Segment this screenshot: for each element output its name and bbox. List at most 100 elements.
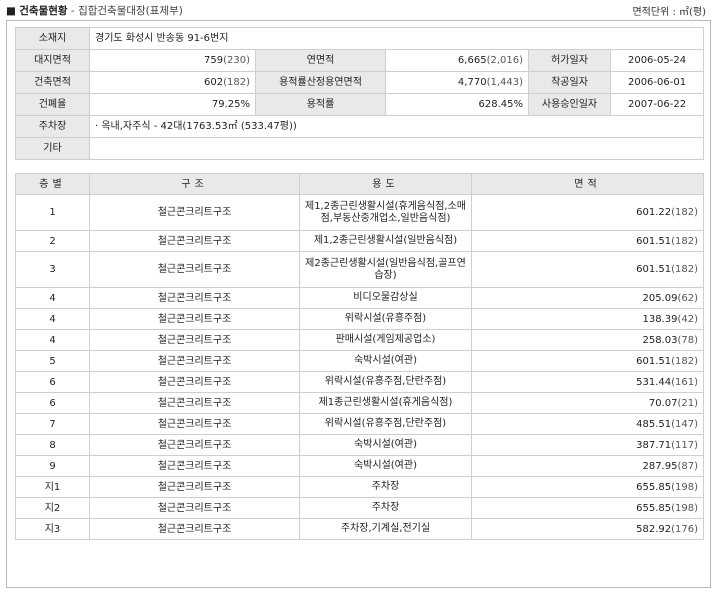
floor-row: 6 철근콘크리트구조 위락시설(유흥주점,단란주점) 531.44(161) bbox=[15, 371, 704, 393]
structure-cell: 철근콘크리트구조 bbox=[89, 476, 300, 498]
area-pyeong: (42) bbox=[677, 313, 698, 325]
total-floor-area-value: 6,665(2,016) bbox=[385, 49, 529, 72]
building-area-value: 602(182) bbox=[89, 71, 256, 94]
structure-cell: 철근콘크리트구조 bbox=[89, 455, 300, 477]
col-header-floor: 층별 bbox=[15, 173, 90, 195]
summary-row-area: 대지면적 759(230) 연면적 6,665(2,016) 허가일자 2006… bbox=[15, 49, 705, 72]
use-cell: 주차장,기계실,전기실 bbox=[299, 518, 472, 540]
page: ■ 건축물현황 - 집합건축물대장(표제부) 면적단위 : ㎡(평) 소재지 경… bbox=[0, 0, 720, 596]
summary-row-parking: 주차장 · 옥내,자주식 - 42대(1763.53㎡ (533.47평)) bbox=[15, 115, 705, 138]
floor-cell: 6 bbox=[15, 371, 90, 393]
use-cell: 숙박시설(여관) bbox=[299, 350, 472, 372]
floor-row: 5 철근콘크리트구조 숙박시설(여관) 601.51(182) bbox=[15, 350, 704, 372]
land-area-value: 759(230) bbox=[89, 49, 256, 72]
address-label: 소재지 bbox=[15, 27, 90, 50]
floor-cell: 7 bbox=[15, 413, 90, 435]
parking-value: · 옥내,자주식 - 42대(1763.53㎡ (533.47평)) bbox=[88, 115, 705, 138]
area-value: 582.92 bbox=[636, 523, 672, 535]
bcr-label: 건폐율 bbox=[15, 93, 90, 116]
area-value: 485.51 bbox=[636, 418, 672, 430]
area-pyeong: (182) bbox=[671, 235, 698, 247]
use-cell: 판매시설(게임제공업소) bbox=[299, 329, 472, 351]
far-area-value: 4,770(1,443) bbox=[385, 71, 529, 94]
floor-row: 7 철근콘크리트구조 위락시설(유흥주점,단란주점) 485.51(147) bbox=[15, 413, 704, 435]
area-pyeong: (21) bbox=[677, 397, 698, 409]
permit-date-value: 2006-05-24 bbox=[609, 49, 705, 72]
area-cell: 485.51(147) bbox=[471, 413, 704, 435]
floor-row: 4 철근콘크리트구조 비디오물감상실 205.09(62) bbox=[15, 287, 704, 309]
floor-cell: 4 bbox=[15, 308, 90, 330]
area-pyeong: (147) bbox=[671, 418, 698, 430]
floor-row: 9 철근콘크리트구조 숙박시설(여관) 287.95(87) bbox=[15, 455, 704, 477]
col-header-area: 면적 bbox=[471, 173, 704, 195]
floor-cell: 지3 bbox=[15, 518, 90, 540]
floor-cell: 5 bbox=[15, 350, 90, 372]
area-cell: 287.95(87) bbox=[471, 455, 704, 477]
use-cell: 위락시설(유흥주점) bbox=[299, 308, 472, 330]
address-value: 경기도 화성시 반송동 91-6번지 bbox=[88, 27, 705, 50]
area-value: 601.51 bbox=[636, 355, 672, 367]
start-date-label: 착공일자 bbox=[528, 71, 611, 94]
area-cell: 601.51(182) bbox=[471, 230, 704, 252]
structure-cell: 철근콘크리트구조 bbox=[89, 413, 300, 435]
floor-table-body: 층별 구조 용도 면적 1 철근콘크리트구조 제1,2종근린생활시설(휴게음식점,소… bbox=[15, 173, 704, 540]
summary-row-address: 소재지 경기도 화성시 반송동 91-6번지 bbox=[15, 27, 705, 50]
area-pyeong: (182) bbox=[671, 264, 698, 275]
area-value: 138.39 bbox=[642, 313, 678, 325]
col-header-structure: 구조 bbox=[89, 173, 300, 195]
area-cell: 601.51(182) bbox=[471, 251, 704, 288]
area-cell: 138.39(42) bbox=[471, 308, 704, 330]
area-pyeong: (182) bbox=[671, 355, 698, 367]
area-pyeong: (198) bbox=[671, 502, 698, 514]
area-value: 205.09 bbox=[642, 292, 678, 304]
area-pyeong: (182) bbox=[671, 207, 698, 218]
land-area-label: 대지면적 bbox=[15, 49, 90, 72]
structure-cell: 철근콘크리트구조 bbox=[89, 350, 300, 372]
floor-cell: 4 bbox=[15, 287, 90, 309]
use-cell: 주차장 bbox=[299, 497, 472, 519]
floor-cell: 지2 bbox=[15, 497, 90, 519]
area-value: 387.71 bbox=[636, 439, 672, 451]
floor-row: 지1 철근콘크리트구조 주차장 655.85(198) bbox=[15, 476, 704, 498]
structure-cell: 철근콘크리트구조 bbox=[89, 194, 300, 231]
structure-cell: 철근콘크리트구조 bbox=[89, 371, 300, 393]
area-value: 601.51 bbox=[636, 264, 672, 275]
structure-cell: 철근콘크리트구조 bbox=[89, 230, 300, 252]
area-value: 655.85 bbox=[636, 481, 672, 493]
floor-table: 층별 구조 용도 면적 1 철근콘크리트구조 제1,2종근린생활시설(휴게음식점,소… bbox=[15, 173, 704, 540]
area-pyeong: (117) bbox=[671, 439, 698, 451]
parking-label: 주차장 bbox=[15, 115, 90, 138]
floor-cell: 지1 bbox=[15, 476, 90, 498]
bcr-value: 79.25% bbox=[89, 93, 256, 116]
title-subtitle: 집합건축물대장(표제부) bbox=[78, 5, 183, 17]
floor-cell: 4 bbox=[15, 329, 90, 351]
floor-cell: 2 bbox=[15, 230, 90, 252]
floor-row: 8 철근콘크리트구조 숙박시설(여관) 387.71(117) bbox=[15, 434, 704, 456]
total-floor-area-label: 연면적 bbox=[255, 49, 386, 72]
use-cell: 제1,2종근린생활시설(일반음식점) bbox=[299, 230, 472, 252]
area-cell: 70.07(21) bbox=[471, 392, 704, 414]
use-cell: 주차장 bbox=[299, 476, 472, 498]
area-pyeong: (198) bbox=[671, 481, 698, 493]
structure-cell: 철근콘크리트구조 bbox=[89, 329, 300, 351]
use-cell: 위락시설(유흥주점,단란주점) bbox=[299, 371, 472, 393]
area-value: 258.03 bbox=[642, 334, 678, 346]
approval-date-value: 2007-06-22 bbox=[609, 93, 705, 116]
etc-label: 기타 bbox=[15, 137, 90, 160]
structure-cell: 철근콘크리트구조 bbox=[89, 497, 300, 519]
area-cell: 655.85(198) bbox=[471, 476, 704, 498]
area-pyeong: (78) bbox=[677, 334, 698, 346]
area-pyeong: (176) bbox=[671, 523, 698, 535]
area-unit-note: 면적단위 : ㎡(평) bbox=[632, 7, 706, 18]
area-cell: 205.09(62) bbox=[471, 287, 704, 309]
area-value: 601.22 bbox=[636, 207, 672, 218]
floor-cell: 6 bbox=[15, 392, 90, 414]
use-cell: 제1,2종근린생활시설(휴게음식점,소매점,부동산중개업소,일반음식점) bbox=[299, 194, 472, 231]
area-value: 531.44 bbox=[636, 376, 672, 388]
use-cell: 비디오물감상실 bbox=[299, 287, 472, 309]
far-label: 용적률 bbox=[255, 93, 386, 116]
building-area-label: 건축면적 bbox=[15, 71, 90, 94]
structure-cell: 철근콘크리트구조 bbox=[89, 251, 300, 288]
floor-row: 지2 철근콘크리트구조 주차장 655.85(198) bbox=[15, 497, 704, 519]
area-cell: 655.85(198) bbox=[471, 497, 704, 519]
